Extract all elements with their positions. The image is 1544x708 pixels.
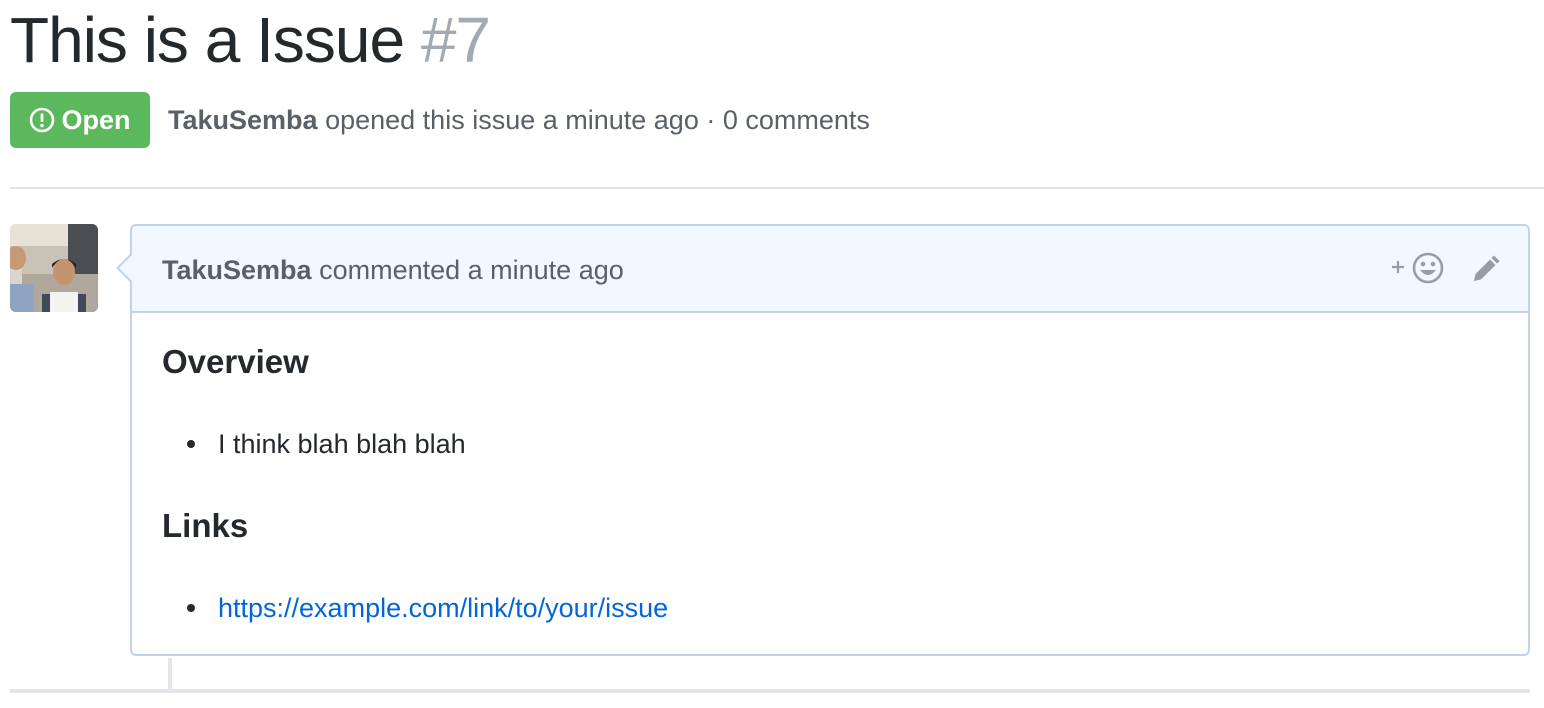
list-item: I think blah blah blah — [162, 424, 466, 464]
issue-meta: TakuSemba opened this issue a minute ago… — [168, 100, 870, 140]
pencil-icon — [1466, 255, 1502, 292]
issue-title: This is a Issue #7 — [10, 4, 491, 76]
list-item: https://example.com/link/to/your/issue — [162, 588, 668, 628]
header-divider — [10, 187, 1544, 189]
issue-opened-icon — [29, 107, 55, 133]
comment-action-text: commented a minute ago — [319, 255, 624, 285]
comment-heading-links: Links — [162, 507, 249, 544]
links-list: https://example.com/link/to/your/issue — [162, 588, 668, 628]
issue-author-link[interactable]: TakuSemba — [168, 105, 318, 135]
comment-heading-overview: Overview — [162, 343, 309, 380]
list-item-text: I think blah blah blah — [218, 429, 466, 459]
issue-link[interactable]: https://example.com/link/to/your/issue — [218, 593, 668, 623]
add-reaction-button[interactable] — [1388, 252, 1446, 288]
issue-title-text: This is a Issue — [10, 4, 405, 76]
bullet-icon — [187, 604, 195, 612]
comment-header-text: TakuSemba commented a minute ago — [162, 250, 624, 290]
issue-meta-text: opened this issue a minute ago · 0 comme… — [325, 105, 870, 135]
avatar[interactable] — [10, 224, 98, 312]
timeline-line — [168, 658, 172, 690]
edit-comment-button[interactable] — [1466, 252, 1502, 288]
comment-box: TakuSemba commented a minute ago Overvie… — [130, 224, 1530, 656]
issue-state-badge: Open — [10, 92, 150, 148]
overview-list: I think blah blah blah — [162, 424, 466, 464]
bullet-icon — [187, 440, 195, 448]
comment-author-link[interactable]: TakuSemba — [162, 255, 312, 285]
comment-header: TakuSemba commented a minute ago — [132, 226, 1528, 313]
issue-number: #7 — [420, 4, 491, 76]
issue-state-label: Open — [61, 104, 131, 135]
comment-arrow-fill — [119, 255, 132, 281]
add-reaction-icon — [1388, 250, 1446, 291]
timeline-divider — [10, 689, 1530, 693]
